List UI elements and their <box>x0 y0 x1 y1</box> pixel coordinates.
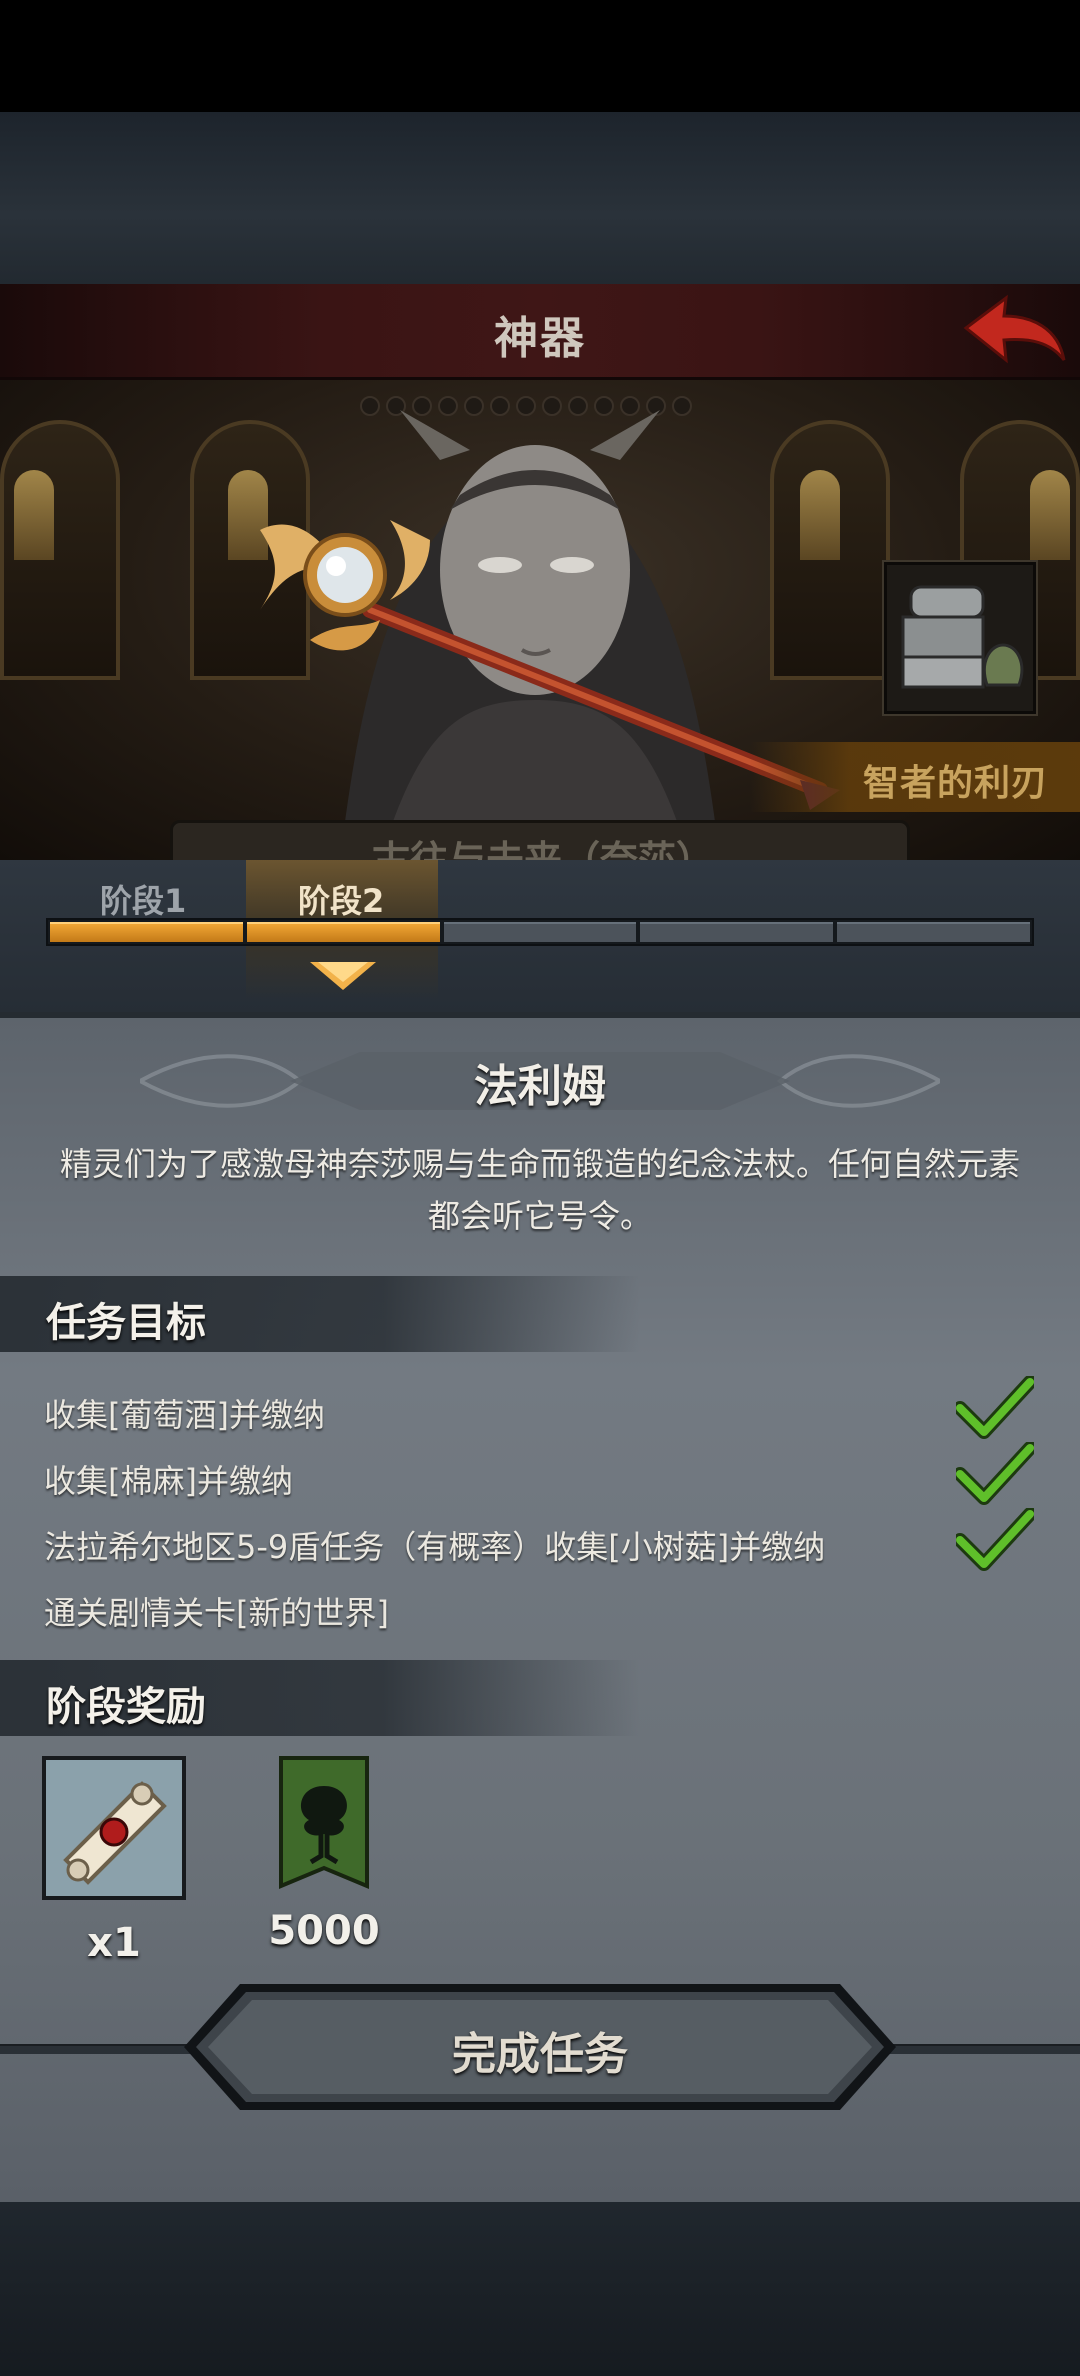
tab-stage-1[interactable]: 阶段1 <box>100 876 186 922</box>
artifact-name: 法利姆 <box>474 1061 606 1112</box>
complete-task-button[interactable]: 完成任务 <box>180 1980 900 2114</box>
button-rail <box>880 2044 1080 2054</box>
button-rail <box>0 2044 200 2054</box>
stage-indicator-arrow-icon <box>310 962 376 990</box>
task-item: 通关剧情关卡[新的世界] <box>44 1594 389 1632</box>
artifact-hero-artwork: 智者的利刃 古往与未来（奈莎） <box>0 380 1080 860</box>
progress-segment <box>640 922 834 942</box>
reward-item[interactable]: x1 <box>42 1756 186 1966</box>
page-title: 神器 <box>494 313 586 364</box>
artifact-description: 精灵们为了感激母神奈莎赐与生命而锻造的纪念法杖。任何自然元素都会听它号令。 <box>59 1145 1020 1235</box>
progress-segment <box>246 922 440 942</box>
tab-stage-2[interactable]: 阶段2 <box>298 876 384 922</box>
bottom-frame <box>0 2202 1080 2376</box>
status-bar <box>0 0 1080 112</box>
reward-item[interactable]: 5000 <box>252 1756 396 1954</box>
progress-segment <box>50 922 243 942</box>
tasks-section-header: 任务目标 <box>0 1276 640 1352</box>
task-item: 收集[葡萄酒]并缴纳 <box>44 1376 1044 1439</box>
back-button[interactable] <box>960 290 1070 374</box>
scroll-icon <box>42 1756 186 1900</box>
hall-window <box>14 470 54 560</box>
task-item: 法拉希尔地区5-9盾任务（有概率）收集[小树菇]并缴纳 <box>44 1508 1044 1571</box>
top-band <box>0 112 1080 284</box>
back-arrow-icon <box>963 294 1066 364</box>
title-bar: 神器 <box>0 284 1080 380</box>
tree-banner-icon <box>279 1756 369 1892</box>
treasure-chest-icon[interactable] <box>884 562 1036 714</box>
stage-name-banner: 古往与未来（奈莎） <box>170 820 910 860</box>
hall-window <box>1030 470 1070 560</box>
task-item: 收集[棉麻]并缴纳 <box>44 1442 1044 1505</box>
stage-selector: 阶段1 阶段2 <box>0 860 1080 1012</box>
stage-progress-bar <box>46 918 1034 946</box>
check-icon <box>956 1442 1034 1505</box>
rewards-section-header: 阶段奖励 <box>0 1660 640 1736</box>
progress-segment <box>443 922 637 942</box>
progress-segment <box>837 922 1030 942</box>
check-icon <box>956 1508 1034 1571</box>
artifact-card-label[interactable]: 智者的利刃 <box>750 742 1080 812</box>
check-icon <box>956 1376 1034 1439</box>
